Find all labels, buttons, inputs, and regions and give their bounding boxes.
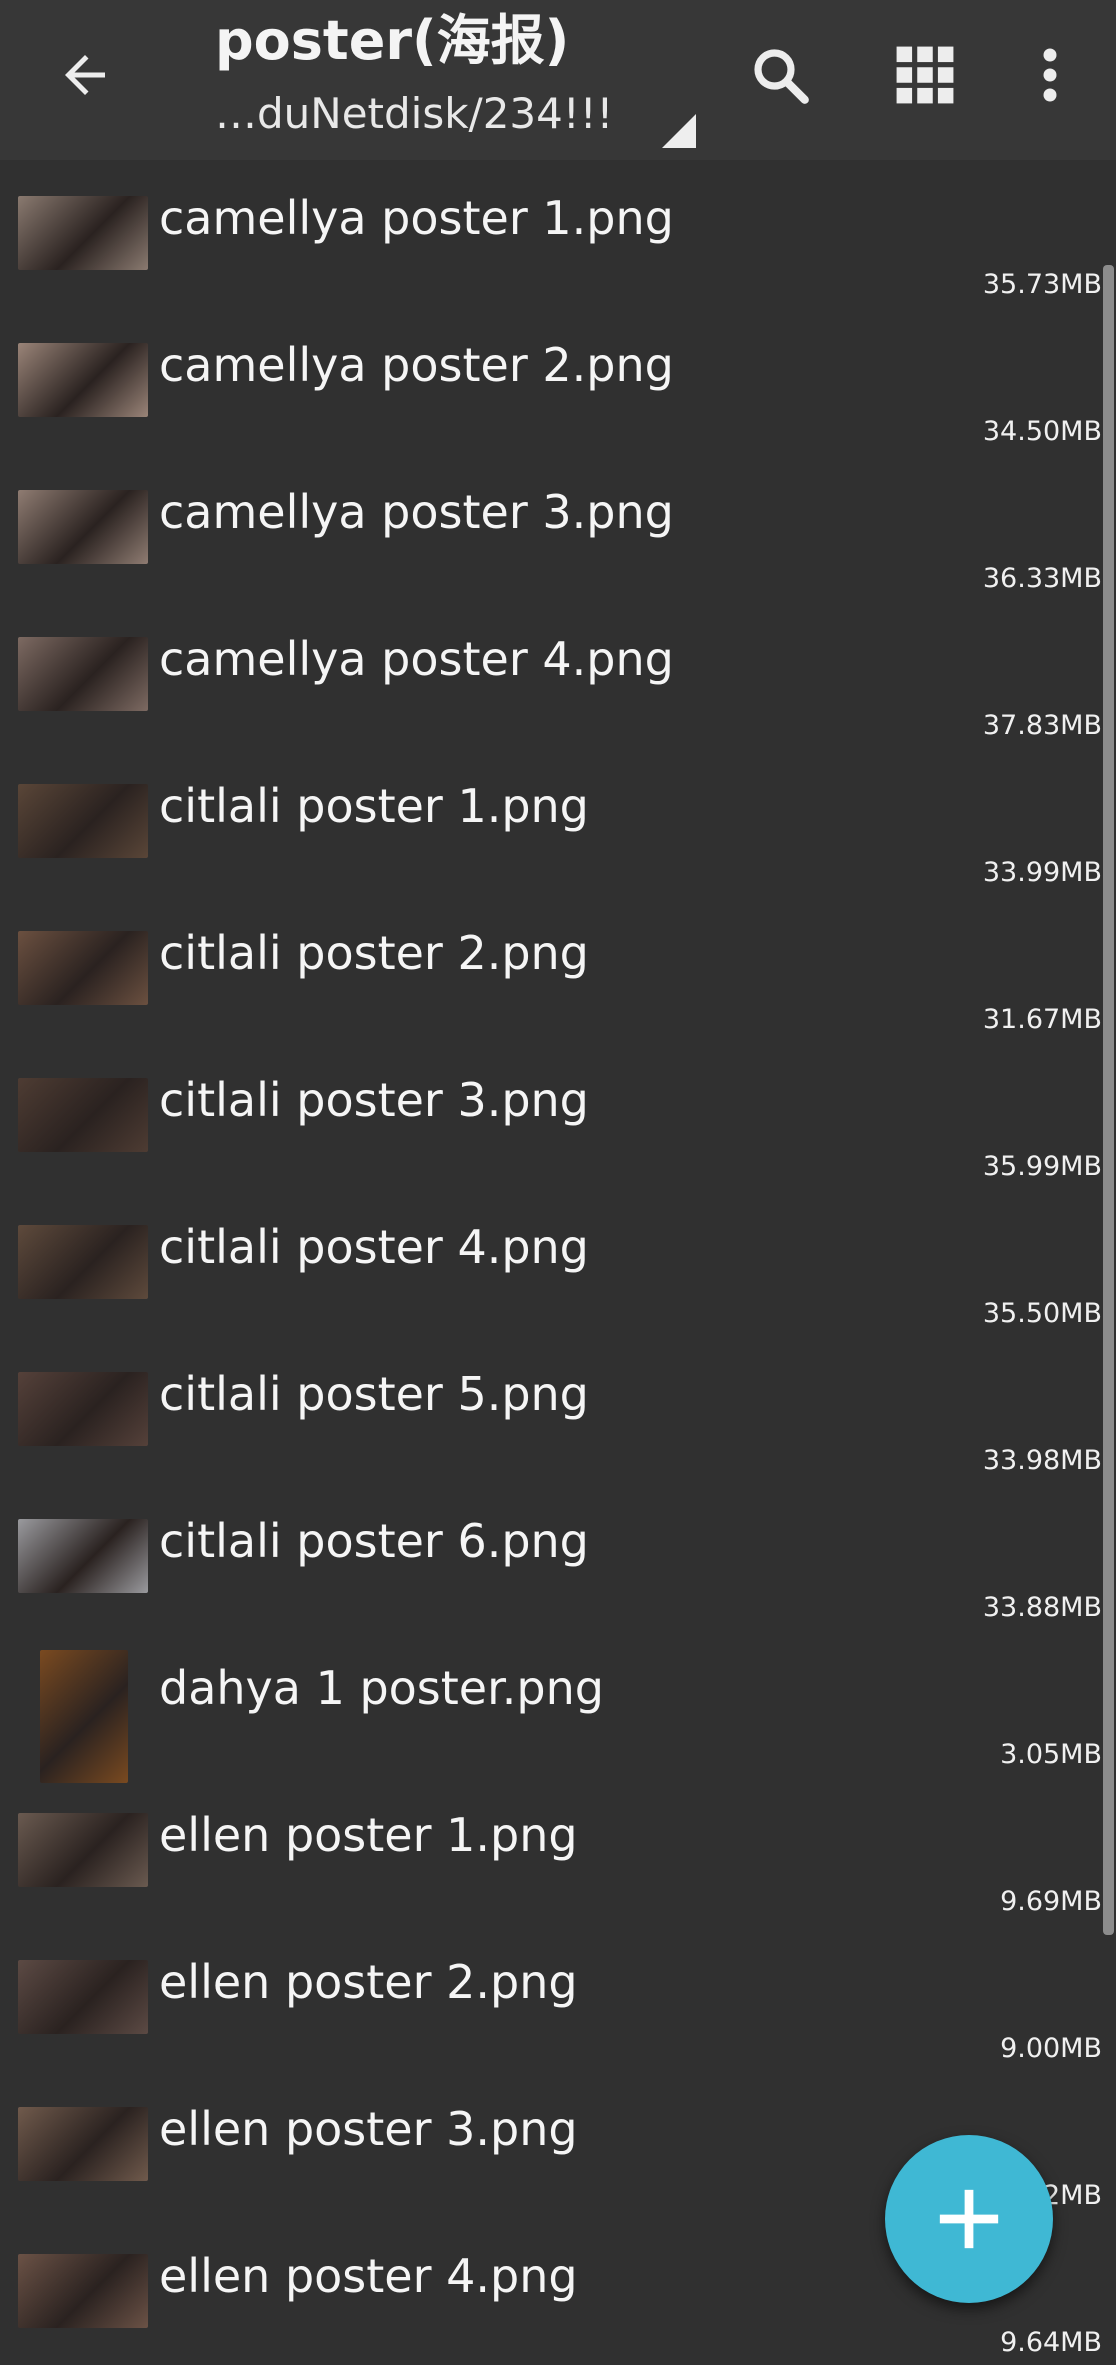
- file-thumbnail: [18, 196, 148, 270]
- file-row[interactable]: citlali poster 1.png 33.99MB: [0, 748, 1116, 895]
- file-size: 34.50MB: [982, 416, 1102, 447]
- file-thumbnail: [18, 1078, 148, 1152]
- file-name: ellen poster 3.png: [159, 2102, 578, 2156]
- file-name: ellen poster 1.png: [159, 1808, 578, 1862]
- scrollbar[interactable]: [1103, 265, 1114, 1935]
- file-name: citlali poster 4.png: [159, 1220, 589, 1274]
- file-row[interactable]: citlali poster 3.png 35.99MB: [0, 1042, 1116, 1189]
- file-name: citlali poster 1.png: [159, 779, 589, 833]
- file-thumbnail: [18, 931, 148, 1005]
- file-row[interactable]: citlali poster 5.png 33.98MB: [0, 1336, 1116, 1483]
- file-name: camellya poster 3.png: [159, 485, 674, 539]
- back-arrow-icon: [65, 55, 105, 95]
- file-thumbnail: [18, 1813, 148, 1887]
- path-dropdown-icon[interactable]: [662, 114, 696, 148]
- file-size: 9.64MB: [1000, 2327, 1102, 2358]
- file-thumbnail: [18, 1960, 148, 2034]
- file-thumbnail: [18, 490, 148, 564]
- file-row[interactable]: camellya poster 3.png 36.33MB: [0, 454, 1116, 601]
- search-icon: [754, 49, 809, 104]
- file-size: 35.50MB: [982, 1298, 1102, 1329]
- file-thumbnail: [18, 1225, 148, 1299]
- file-thumbnail: [18, 343, 148, 417]
- file-row[interactable]: ellen poster 1.png 9.69MB: [0, 1777, 1116, 1924]
- folder-path[interactable]: …duNetdisk/234!!!: [215, 84, 613, 144]
- back-button[interactable]: [40, 30, 130, 120]
- file-name: citlali poster 3.png: [159, 1073, 589, 1127]
- file-name: camellya poster 1.png: [159, 191, 674, 245]
- file-thumbnail: [18, 637, 148, 711]
- file-name: ellen poster 4.png: [159, 2249, 578, 2303]
- file-size: 35.73MB: [982, 269, 1102, 300]
- file-row[interactable]: camellya poster 2.png 34.50MB: [0, 307, 1116, 454]
- file-thumbnail: [40, 1650, 128, 1783]
- file-thumbnail: [18, 784, 148, 858]
- file-size: 37.83MB: [982, 710, 1102, 741]
- file-row[interactable]: citlali poster 6.png 33.88MB: [0, 1483, 1116, 1630]
- page-title: poster(海报): [215, 9, 570, 72]
- file-size: 31.67MB: [982, 1004, 1102, 1035]
- file-row[interactable]: camellya poster 1.png 35.73MB: [0, 160, 1116, 307]
- file-row[interactable]: citlali poster 4.png 35.50MB: [0, 1189, 1116, 1336]
- file-size: 33.88MB: [982, 1592, 1102, 1623]
- file-row[interactable]: camellya poster 4.png 37.83MB: [0, 601, 1116, 748]
- file-name: ellen poster 2.png: [159, 1955, 578, 2009]
- file-size: 33.99MB: [982, 857, 1102, 888]
- file-name: citlali poster 5.png: [159, 1367, 589, 1421]
- file-thumbnail: [18, 1372, 148, 1446]
- file-size: 9.69MB: [1000, 1886, 1102, 1917]
- file-row[interactable]: citlali poster 2.png 31.67MB: [0, 895, 1116, 1042]
- file-size: 3.05MB: [1000, 1739, 1102, 1770]
- grid-view-icon: [896, 46, 954, 104]
- plus-icon: [939, 2189, 999, 2249]
- file-thumbnail: [18, 2254, 148, 2328]
- file-size: 33.98MB: [982, 1445, 1102, 1476]
- file-thumbnail: [18, 2107, 148, 2181]
- file-row[interactable]: ellen poster 2.png 9.00MB: [0, 1924, 1116, 2071]
- file-name: camellya poster 2.png: [159, 338, 674, 392]
- file-name: citlali poster 6.png: [159, 1514, 589, 1568]
- file-name: dahya 1 poster.png: [159, 1661, 604, 1715]
- file-row[interactable]: dahya 1 poster.png 3.05MB: [0, 1630, 1116, 1783]
- file-size: 9.00MB: [1000, 2033, 1102, 2064]
- file-thumbnail: [18, 1519, 148, 1593]
- more-options-button[interactable]: [1005, 30, 1095, 120]
- add-button[interactable]: [885, 2135, 1053, 2303]
- file-name: camellya poster 4.png: [159, 632, 674, 686]
- file-size: 35.99MB: [982, 1151, 1102, 1182]
- file-name: citlali poster 2.png: [159, 926, 589, 980]
- more-vert-icon: [1043, 48, 1057, 102]
- search-button[interactable]: [735, 30, 825, 120]
- grid-view-button[interactable]: [880, 30, 970, 120]
- file-size: 36.33MB: [982, 563, 1102, 594]
- app-bar: poster(海报) …duNetdisk/234!!!: [0, 0, 1116, 160]
